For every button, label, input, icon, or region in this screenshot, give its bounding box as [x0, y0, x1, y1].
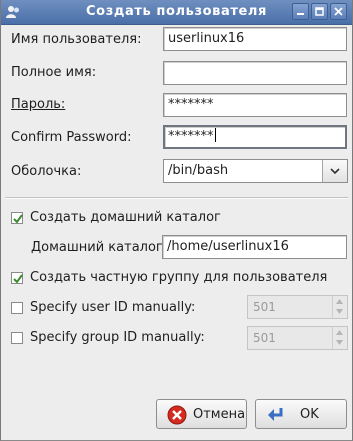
private-group-checkbox[interactable]	[11, 272, 23, 284]
uid-spin-buttons[interactable]	[332, 296, 347, 318]
spin-up-icon	[336, 299, 343, 304]
uid-spinbutton[interactable]: 501	[247, 295, 348, 319]
confirm-password-label: Confirm Password:	[11, 130, 132, 145]
home-dir-input[interactable]: /home/userlinux16	[162, 235, 347, 259]
separator	[5, 197, 348, 199]
minimize-button[interactable]	[292, 3, 309, 20]
gid-value: 501	[253, 331, 276, 345]
text-caret	[214, 128, 216, 142]
home-dir-label: Домашний каталог:	[31, 240, 168, 255]
shell-value: /bin/bash	[168, 163, 229, 178]
spin-down-icon	[336, 340, 343, 345]
shell-dropdown-button[interactable]	[322, 160, 347, 182]
spin-up-icon	[336, 330, 343, 335]
cancel-icon	[167, 405, 187, 425]
checkmark-icon	[13, 214, 23, 224]
title-bar[interactable]: Создать пользователя	[1, 0, 352, 25]
minimize-icon	[297, 13, 304, 15]
uid-label[interactable]: Specify user ID manually:	[30, 300, 195, 315]
close-window-button[interactable]	[330, 3, 347, 20]
cancel-label: Отмена	[193, 407, 246, 422]
shell-label: Оболочка:	[11, 164, 82, 179]
checkmark-icon	[13, 274, 23, 284]
confirm-password-value: *******	[168, 129, 214, 144]
password-input[interactable]: *******	[163, 93, 347, 117]
close-icon	[334, 7, 343, 16]
maximize-icon	[315, 7, 324, 16]
create-home-checkbox[interactable]	[11, 212, 23, 224]
gid-checkbox[interactable]	[11, 332, 23, 344]
private-group-label[interactable]: Создать частную группу для пользователя	[30, 270, 327, 285]
create-user-dialog: Создать пользователя Имя пользователя: u…	[0, 0, 353, 441]
fullname-label: Полное имя:	[11, 65, 97, 80]
username-input[interactable]: userlinux16	[163, 27, 347, 51]
fullname-input[interactable]	[163, 61, 347, 85]
ok-label: OK	[300, 407, 319, 422]
password-label: Пароль:	[11, 97, 66, 112]
username-label: Имя пользователя:	[11, 32, 142, 47]
cancel-button[interactable]: Отмена	[156, 399, 247, 429]
enter-arrow-icon	[268, 408, 283, 421]
ok-button[interactable]: OK	[255, 399, 347, 429]
uid-value: 501	[253, 300, 276, 314]
uid-checkbox[interactable]	[11, 302, 23, 314]
create-home-label[interactable]: Создать домашний каталог	[30, 210, 221, 225]
shell-combobox[interactable]: /bin/bash	[163, 159, 348, 183]
maximize-button[interactable]	[311, 3, 328, 20]
spin-down-icon	[336, 309, 343, 314]
chevron-down-icon	[330, 168, 340, 174]
gid-spin-buttons[interactable]	[332, 327, 347, 349]
gid-label[interactable]: Specify group ID manually:	[30, 330, 205, 345]
confirm-password-input[interactable]: *******	[163, 125, 347, 149]
gid-spinbutton[interactable]: 501	[247, 326, 348, 350]
